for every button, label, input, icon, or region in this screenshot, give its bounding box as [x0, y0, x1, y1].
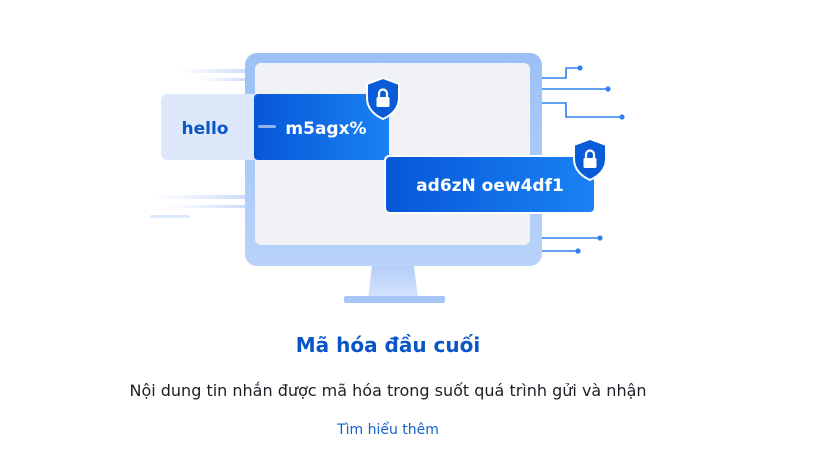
encrypted-message-chip-2: ad6zN oew4df1 [384, 155, 596, 214]
plain-message-chip: hello [161, 94, 258, 160]
feature-description: Nội dung tin nhắn được mã hóa trong suốt… [129, 381, 647, 400]
plain-message-text: hello [182, 119, 229, 139]
encryption-illustration: hello m5agx% ad6zN oew4df1 [150, 53, 625, 303]
learn-more-link[interactable]: Tìm hiểu thêm [337, 422, 439, 438]
feature-title: Mã hóa đầu cuối [295, 333, 481, 357]
encrypted-message-text-2: ad6zN oew4df1 [416, 176, 564, 196]
encrypted-message-text-1: m5agx% [285, 119, 366, 139]
learn-more-container: Tìm hiểu thêm [0, 421, 776, 438]
e2ee-info-panel: hello m5agx% ad6zN oew4df1 Mã hóa đầu cu… [0, 0, 822, 461]
